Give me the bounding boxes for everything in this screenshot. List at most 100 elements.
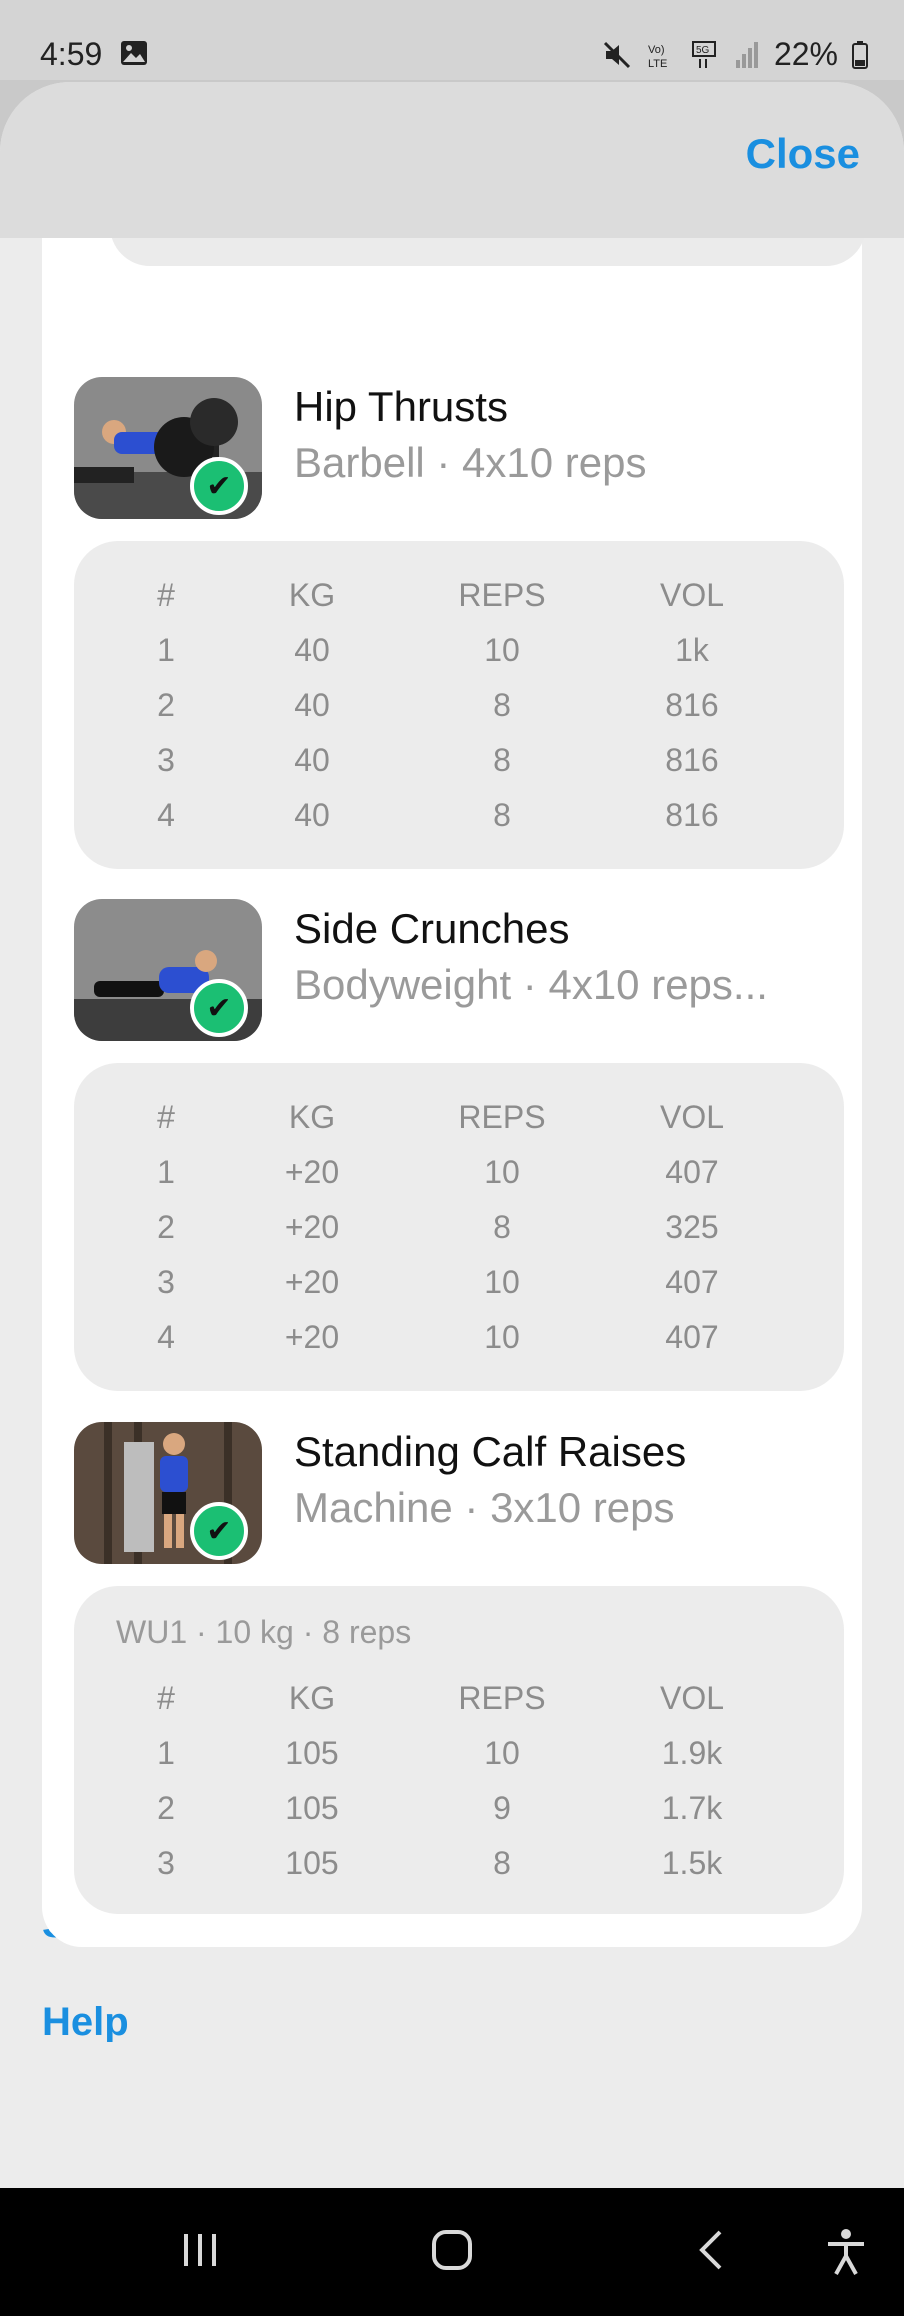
set-vol: 325 [665, 1209, 719, 1245]
set-reps: 10 [484, 1264, 520, 1300]
col-reps: REPS [458, 1680, 546, 1716]
set-row: 4 40 8 816 [74, 797, 844, 837]
set-row: 1 40 10 1k [74, 632, 844, 672]
set-kg: +20 [284, 1319, 340, 1355]
sets-table: WU1 · 10 kg · 8 reps # KG REPS VOL 1 105… [74, 1586, 844, 1914]
col-set-number: # [157, 1680, 175, 1716]
set-vol: 1.7k [661, 1790, 723, 1826]
exercise-subtitle: Machine · 3x10 reps [294, 1484, 675, 1531]
col-vol: VOL [659, 577, 725, 613]
set-vol: 407 [665, 1264, 719, 1300]
exercise-subtitle: Barbell · 4x10 reps [294, 439, 647, 486]
sheet-header: Close [0, 82, 904, 238]
col-kg: KG [288, 577, 336, 613]
set-number: 3 [157, 1845, 175, 1881]
exercise-title: Side Crunches [294, 905, 570, 952]
set-kg: +20 [284, 1264, 340, 1300]
battery-icon [852, 40, 868, 69]
set-vol: 1.9k [661, 1735, 723, 1771]
mute-icon [603, 41, 631, 68]
set-vol: 1.5k [661, 1845, 723, 1881]
sets-header-row: # KG REPS VOL [74, 577, 844, 617]
warmup-set-label: WU1 · 10 kg · 8 reps [116, 1614, 412, 1650]
image-icon [121, 41, 147, 65]
set-vol: 816 [665, 687, 719, 723]
set-row: 2 +20 8 325 [74, 1209, 844, 1249]
workout-card: ✔ Hip Thrusts Barbell · 4x10 reps # KG R… [42, 202, 866, 1947]
set-row: 3 +20 10 407 [74, 1264, 844, 1304]
close-button[interactable]: Close [746, 130, 860, 178]
set-kg: +20 [284, 1209, 340, 1245]
set-row: 3 105 8 1.5k [74, 1845, 844, 1885]
col-set-number: # [157, 1099, 175, 1135]
set-kg: 40 [294, 797, 330, 833]
completed-check-icon: ✔ [190, 457, 248, 515]
set-reps: 8 [493, 742, 511, 778]
recent-apps-icon[interactable] [178, 2228, 222, 2284]
set-vol: 407 [665, 1319, 719, 1355]
set-reps: 8 [493, 797, 511, 833]
sets-header-row: # KG REPS VOL [74, 1680, 844, 1720]
set-row: 1 105 10 1.9k [74, 1735, 844, 1775]
completed-check-icon: ✔ [190, 979, 248, 1037]
5g-icon: 5G [691, 40, 716, 68]
sets-header-row: # KG REPS VOL [74, 1099, 844, 1139]
set-reps: 9 [493, 1790, 511, 1826]
set-number: 1 [157, 632, 175, 668]
set-number: 3 [157, 742, 175, 778]
col-vol: VOL [659, 1680, 725, 1716]
status-time: 4:59 [40, 36, 103, 72]
set-number: 4 [157, 1319, 175, 1355]
col-reps: REPS [458, 1099, 546, 1135]
set-kg: 105 [285, 1845, 339, 1881]
exercise-title: Hip Thrusts [294, 383, 508, 430]
set-vol: 816 [665, 742, 719, 778]
help-link[interactable]: Help [42, 2000, 129, 2042]
set-reps: 8 [493, 687, 511, 723]
sets-table: # KG REPS VOL 1 40 10 1k 2 40 8 816 3 40… [74, 541, 844, 869]
set-number: 1 [157, 1154, 175, 1190]
sets-table: # KG REPS VOL 1 +20 10 407 2 +20 8 325 3… [74, 1063, 844, 1391]
set-kg: 40 [294, 742, 330, 778]
set-row: 1 +20 10 407 [74, 1154, 844, 1194]
col-reps: REPS [458, 577, 546, 613]
set-number: 4 [157, 797, 175, 833]
set-reps: 10 [484, 1319, 520, 1355]
battery-percent: 22% [773, 36, 838, 72]
help-link-wrap: Help [42, 2000, 129, 2042]
col-kg: KG [288, 1099, 336, 1135]
workout-sheet: Close ✔ Hip Thrusts Barbell · 4x10 reps [0, 82, 904, 2234]
set-row: 2 40 8 816 [74, 687, 844, 727]
set-reps: 8 [493, 1845, 511, 1881]
set-reps: 8 [493, 1209, 511, 1245]
set-kg: +20 [284, 1154, 340, 1190]
set-row: 3 40 8 816 [74, 742, 844, 782]
home-icon[interactable] [430, 2228, 474, 2284]
accessibility-icon[interactable] [824, 2228, 868, 2288]
set-vol: 407 [665, 1154, 719, 1190]
set-row: 2 105 9 1.7k [74, 1790, 844, 1830]
exercise-subtitle: Bodyweight · 4x10 reps... [294, 961, 768, 1008]
status-bar: 4:59 Vo) LTE 5G 22% [0, 0, 904, 80]
set-kg: 105 [285, 1735, 339, 1771]
svg-text:5G: 5G [696, 45, 710, 56]
col-set-number: # [157, 577, 175, 613]
set-number: 3 [157, 1264, 175, 1300]
set-vol: 816 [665, 797, 719, 833]
signal-icon [735, 41, 758, 68]
set-kg: 40 [294, 687, 330, 723]
volte-icon: Vo) LTE [648, 44, 667, 70]
completed-check-icon: ✔ [190, 1502, 248, 1560]
back-icon[interactable] [690, 2228, 734, 2284]
set-reps: 10 [484, 1154, 520, 1190]
set-kg: 40 [294, 632, 330, 668]
status-icons: Vo) LTE 5G 22% [602, 36, 868, 73]
svg-text:Vo): Vo) [648, 44, 665, 56]
set-row: 4 +20 10 407 [74, 1319, 844, 1359]
col-kg: KG [288, 1680, 336, 1716]
set-reps: 10 [484, 632, 520, 668]
set-reps: 10 [484, 1735, 520, 1771]
set-kg: 105 [285, 1790, 339, 1826]
set-number: 2 [157, 1790, 175, 1826]
svg-text:LTE: LTE [648, 58, 667, 70]
